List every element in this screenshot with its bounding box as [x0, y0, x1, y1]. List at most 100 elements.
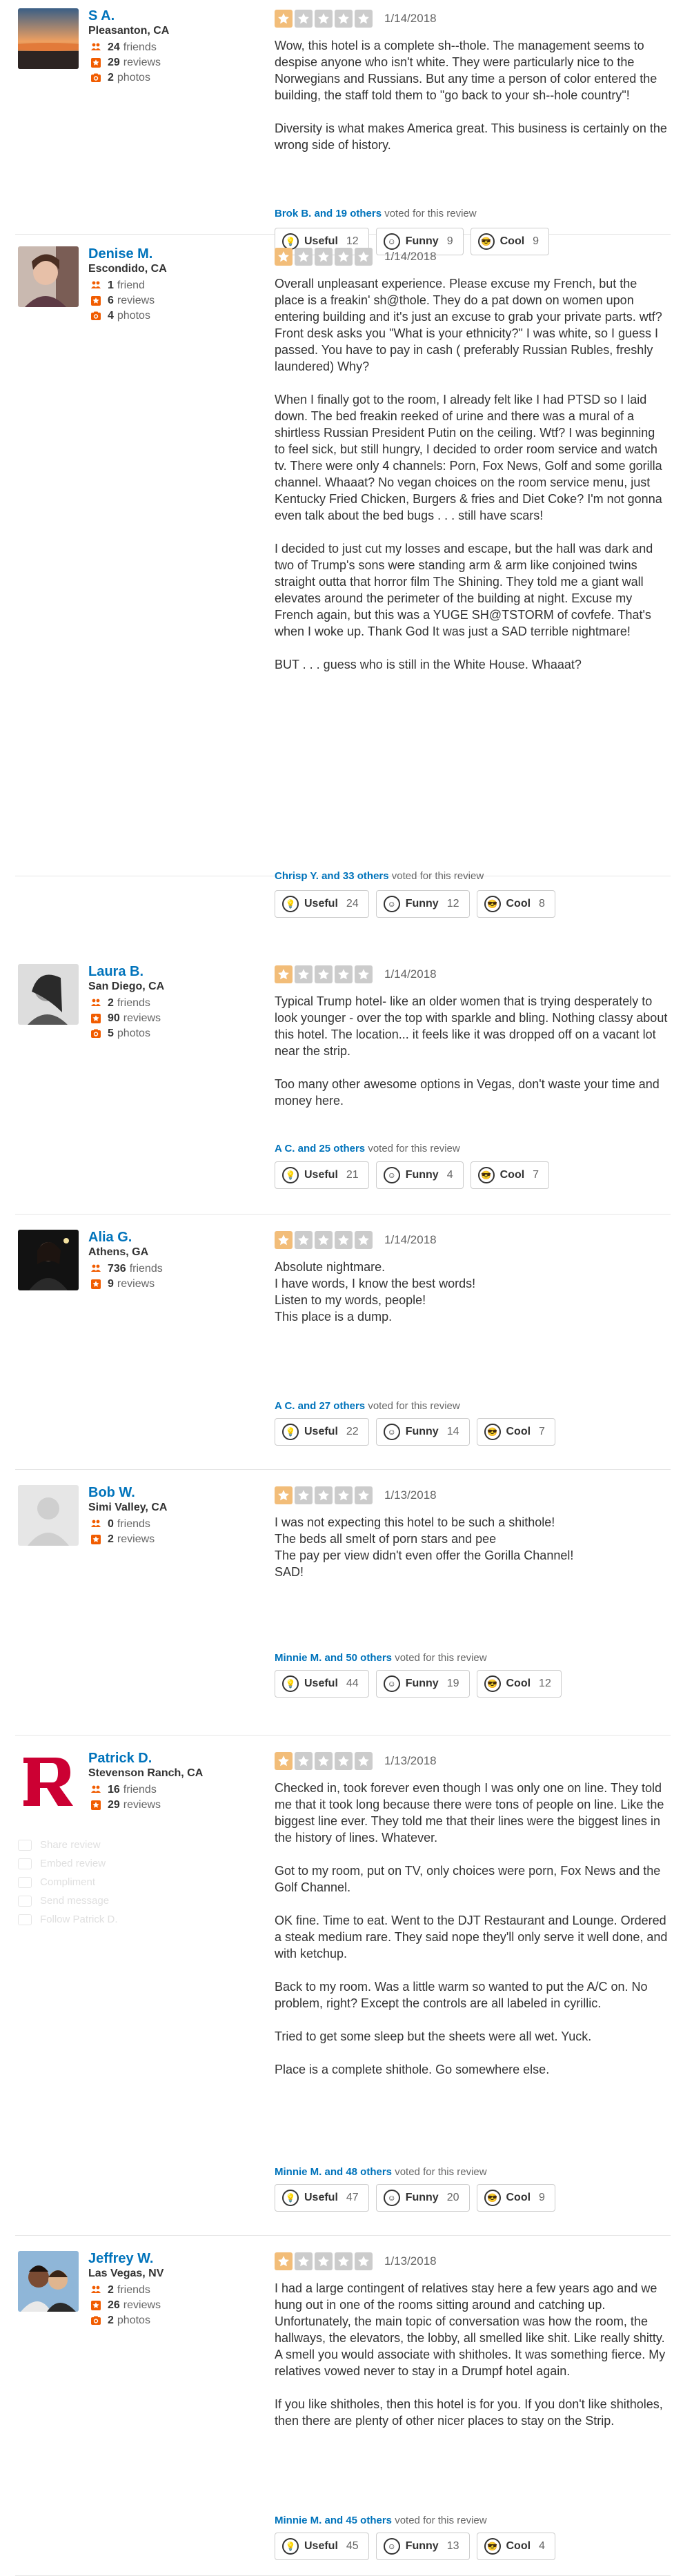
avatar[interactable] — [18, 246, 79, 307]
user-name-link[interactable]: Alia G. — [88, 1230, 254, 1245]
camera-icon — [88, 1028, 103, 1039]
voters-link[interactable]: A C. and 27 others — [275, 1400, 365, 1412]
useful-button[interactable]: 💡 Useful 45 — [275, 2533, 369, 2560]
funny-button[interactable]: ☺ Funny 13 — [375, 2533, 470, 2560]
review-content: 1/14/2018 Overall unpleasant experience. … — [275, 246, 668, 689]
vote-buttons: 💡 Useful 47 ☺ Funny 20 😎 Cool 9 — [275, 2184, 562, 2212]
review-action-item[interactable]: Embed review — [18, 1854, 225, 1873]
action-label: Embed review — [40, 1858, 106, 1869]
review-paragraph: Back to my room. Was a little warm so wa… — [275, 1980, 648, 2010]
useful-button[interactable]: 💡 Useful 22 — [275, 1418, 369, 1446]
star-icon — [335, 1231, 353, 1249]
review-divider — [15, 1735, 671, 1736]
user-name-link[interactable]: Patrick D. — [88, 1751, 254, 1766]
funny-count: 19 — [446, 1678, 459, 1689]
voters-link[interactable]: A C. and 25 others — [275, 1143, 365, 1154]
user-name-link[interactable]: Denise M. — [88, 246, 254, 262]
review-text: Overall unpleasant experience. Please ex… — [275, 275, 668, 673]
review-action-item[interactable]: Compliment — [18, 1873, 225, 1891]
sunglasses-icon: 😎 — [477, 1167, 495, 1183]
smile-icon: ☺ — [383, 1167, 400, 1183]
voters-link[interactable]: Minnie M. and 48 others — [275, 2166, 392, 2178]
funny-button[interactable]: ☺ Funny 14 — [375, 1418, 470, 1446]
star-icon — [295, 1486, 313, 1504]
funny-label: Funny — [405, 2192, 439, 2203]
user-friends-count: 24 friends — [88, 40, 254, 55]
useful-count: 22 — [346, 1426, 359, 1437]
useful-button[interactable]: 💡 Useful 21 — [275, 1161, 369, 1189]
funny-button[interactable]: ☺ Funny 19 — [375, 1670, 470, 1698]
star-icon — [355, 965, 373, 983]
star-icon — [88, 57, 103, 68]
cool-button[interactable]: 😎 Cool 7 — [470, 1161, 550, 1189]
user-name-link[interactable]: Jeffrey W. — [88, 2251, 254, 2266]
voters-link[interactable]: Brok B. and 19 others — [275, 208, 382, 219]
avatar[interactable] — [18, 2251, 79, 2312]
review-card: Bob W. Simi Valley, CA 0 friends 2 reviews 1/1… — [0, 1477, 683, 1736]
funny-count: 14 — [446, 1426, 459, 1437]
user-location: Pleasanton, CA — [88, 25, 170, 37]
star-icon — [335, 1486, 353, 1504]
reviews-number: 6 — [108, 295, 114, 306]
avatar[interactable] — [18, 8, 79, 69]
cool-button[interactable]: 😎 Cool 8 — [476, 890, 555, 918]
voters-link[interactable]: Minnie M. and 45 others — [275, 2515, 392, 2526]
review-paragraph: When I finally got to the room, I alread… — [275, 393, 662, 522]
action-label: Compliment — [40, 1876, 96, 1888]
review-card: Patrick D. Stevenson Ranch, CA 16 friends 29… — [0, 1742, 683, 2236]
user-reviews-count: 90 reviews — [88, 1011, 254, 1026]
review-divider — [15, 1214, 671, 1215]
user-name-link[interactable]: Bob W. — [88, 1485, 254, 1500]
voters-link[interactable]: Minnie M. and 50 others — [275, 1652, 392, 1664]
review-action-item[interactable]: Share review — [18, 1836, 225, 1854]
review-paragraph: I had a large contingent of relatives st… — [275, 2281, 666, 2378]
friends-icon — [88, 1264, 103, 1275]
review-card: S A. Pleasanton, CA 24 friends 29 reviews 2 pho… — [0, 0, 683, 255]
star-icon — [355, 1231, 373, 1249]
user-friends-count: 0 friends — [88, 1517, 254, 1532]
friends-label: friends — [123, 1784, 157, 1796]
star-rating — [275, 10, 375, 28]
avatar[interactable] — [18, 1485, 79, 1546]
cool-button[interactable]: 😎 Cool 9 — [476, 2184, 555, 2212]
useful-button[interactable]: 💡 Useful 24 — [275, 890, 369, 918]
star-rating — [275, 2252, 375, 2270]
avatar[interactable] — [18, 964, 79, 1025]
vote-buttons: 💡 Useful 24 ☺ Funny 12 😎 Cool 8 — [275, 890, 562, 918]
funny-button[interactable]: ☺ Funny 4 — [375, 1161, 464, 1189]
user-name-link[interactable]: S A. — [88, 8, 254, 23]
cool-button[interactable]: 😎 Cool 7 — [476, 1418, 555, 1446]
review-paragraph: Diversity is what makes America great. T… — [275, 121, 667, 152]
funny-count: 4 — [446, 1169, 453, 1181]
review-action-item[interactable]: Follow Patrick D. — [18, 1910, 225, 1929]
reviews-number: 2 — [108, 1533, 114, 1545]
user-name-link[interactable]: Laura B. — [88, 964, 254, 979]
useful-count: 21 — [346, 1169, 359, 1181]
voters-link[interactable]: Chrisp Y. and 33 others — [275, 870, 389, 882]
camera-icon — [88, 311, 103, 322]
cool-button[interactable]: 😎 Cool 12 — [476, 1670, 562, 1698]
funny-button[interactable]: ☺ Funny 12 — [375, 890, 470, 918]
user-info: Denise M. Escondido, CA 1 friend 6 reviews 4 ph… — [88, 246, 254, 324]
star-icon — [275, 965, 293, 983]
avatar[interactable] — [18, 1230, 79, 1290]
star-icon — [88, 1013, 103, 1024]
review-divider — [15, 1469, 671, 1470]
cool-label: Cool — [499, 1169, 525, 1181]
review-date: 1/14/2018 — [384, 12, 437, 25]
voted-suffix: voted for this review — [384, 208, 477, 219]
cool-count: 4 — [539, 2540, 545, 2552]
funny-button[interactable]: ☺ Funny 20 — [375, 2184, 470, 2212]
star-icon — [355, 1486, 373, 1504]
voted-suffix: voted for this review — [395, 1652, 487, 1664]
cool-button[interactable]: 😎 Cool 4 — [476, 2533, 555, 2560]
photos-number: 2 — [108, 2314, 114, 2326]
user-location: Stevenson Ranch, CA — [88, 1767, 204, 1779]
useful-button[interactable]: 💡 Useful 47 — [275, 2184, 369, 2212]
review-action-item[interactable]: Send message — [18, 1891, 225, 1910]
avatar[interactable] — [18, 1751, 79, 1811]
rating-row: 1/14/2018 — [275, 8, 668, 29]
useful-label: Useful — [304, 1426, 338, 1437]
star-icon — [275, 1486, 293, 1504]
useful-button[interactable]: 💡 Useful 44 — [275, 1670, 369, 1698]
